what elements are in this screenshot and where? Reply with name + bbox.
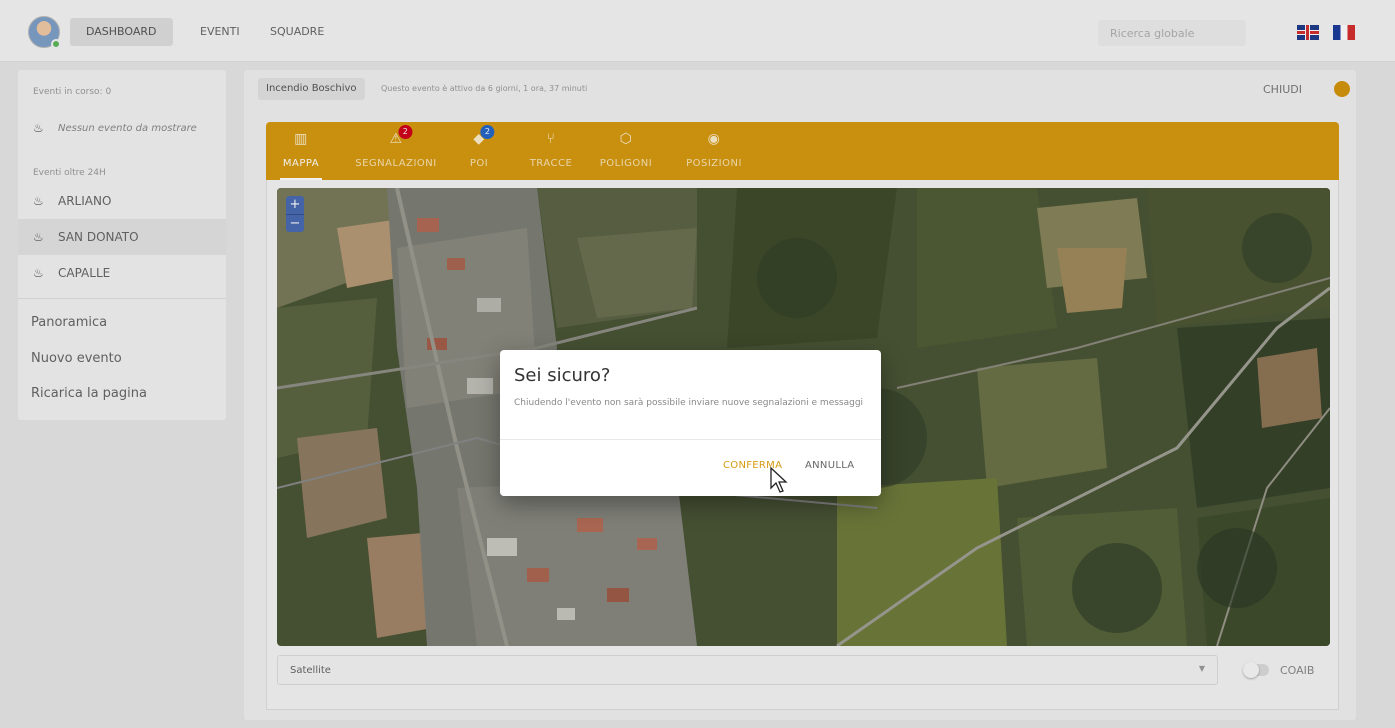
cancel-button[interactable]: ANNULLA (805, 460, 854, 471)
dialog-message: Chiudendo l'evento non sarà possibile in… (514, 398, 864, 408)
dialog-divider (500, 439, 881, 440)
mouse-cursor-icon (770, 466, 788, 493)
dialog-title: Sei sicuro? (514, 365, 611, 386)
confirm-close-dialog: Sei sicuro? Chiudendo l'evento non sarà … (500, 350, 881, 496)
